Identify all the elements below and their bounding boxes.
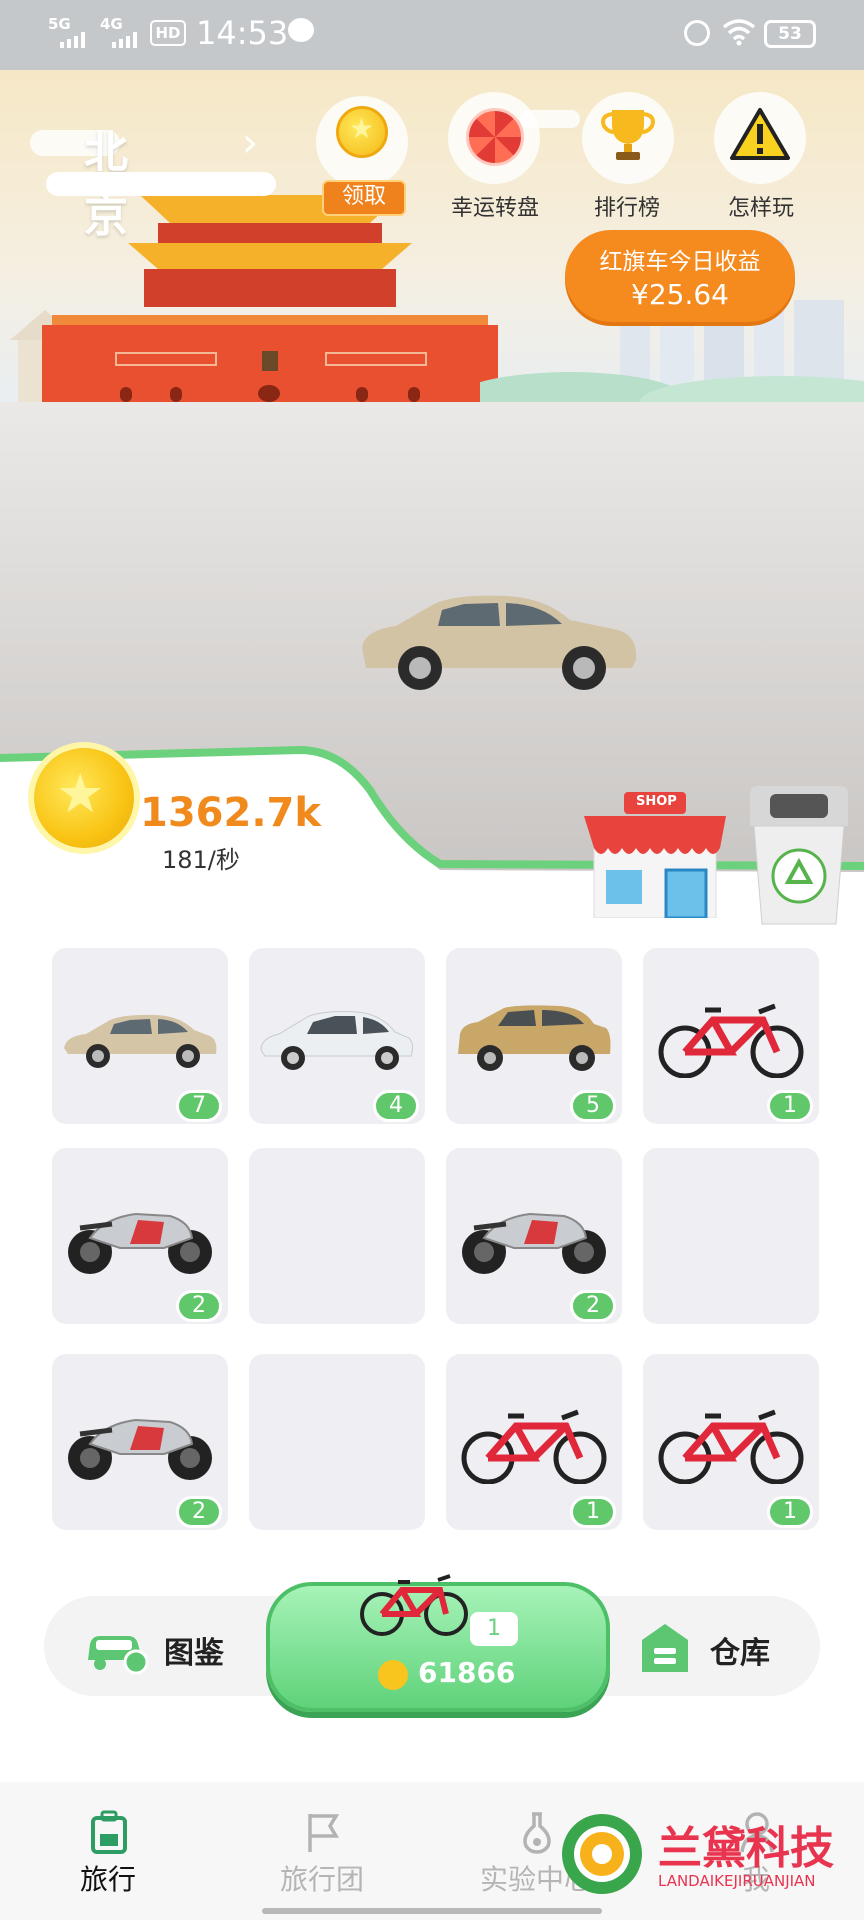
empty-slot[interactable] <box>249 1354 425 1530</box>
leaderboard-label[interactable]: 排行榜 <box>562 190 692 222</box>
lucky-wheel-label[interactable]: 幸运转盘 <box>430 190 560 222</box>
car-catalog-icon <box>88 1636 149 1674</box>
flag-icon <box>308 1814 340 1852</box>
storage-label: 仓库 <box>710 1636 770 1671</box>
flask-icon <box>523 1812 551 1854</box>
buy-vehicle-price: 61866 <box>418 1656 516 1689</box>
battery-icon: 53 <box>764 20 816 48</box>
suitcase-icon <box>91 1810 127 1854</box>
vehicle-level-badge: 7 <box>176 1090 222 1122</box>
storage-button[interactable]: 仓库 <box>640 1618 800 1678</box>
vehicle-level-badge: 5 <box>570 1090 616 1122</box>
claim-reward-button[interactable]: ★ <box>316 96 408 188</box>
alarm-icon <box>684 20 710 46</box>
hd-voice-icon: HD <box>150 20 186 46</box>
how-to-play-button[interactable] <box>714 92 806 184</box>
buy-vehicle-level: 1 <box>470 1612 518 1646</box>
vehicle-slot[interactable]: 2 <box>446 1148 622 1324</box>
watermark-title: 兰黛科技 <box>658 1823 834 1874</box>
motorcycle-icon <box>68 1212 212 1274</box>
catalog-label: 图鉴 <box>164 1636 224 1671</box>
trophy-icon <box>601 110 655 160</box>
tab-travel[interactable]: 旅行 <box>38 1810 178 1900</box>
hills-illustration <box>480 372 864 402</box>
leaderboard-button[interactable] <box>582 92 674 184</box>
vehicle-level-badge: 1 <box>767 1496 813 1528</box>
star-coin-icon: ★ <box>336 106 388 158</box>
clock: 14:53 <box>196 14 289 52</box>
motorcycle-icon <box>462 1212 606 1274</box>
earnings-pill[interactable]: 红旗车今日收益 ¥25.64 <box>565 230 795 322</box>
claim-label[interactable]: 领取 <box>322 180 406 216</box>
how-to-play-label[interactable]: 怎样玩 <box>696 190 826 222</box>
city-scene: 北京 › ★ 领取 幸运转盘 排行榜 怎样玩 红旗车今日收益 ¥25.64 <box>0 70 864 402</box>
sedan-icon <box>260 1011 414 1070</box>
vehicle-level-badge: 1 <box>570 1496 616 1528</box>
shop-sign: SHOP <box>636 794 677 809</box>
empty-slot[interactable] <box>643 1148 819 1324</box>
sunflower-logo-icon <box>562 1814 642 1894</box>
message-icon <box>288 18 314 42</box>
city-progress-bar <box>46 172 276 196</box>
lucky-wheel-button[interactable] <box>448 92 540 184</box>
sedan-icon <box>64 1014 217 1068</box>
vehicle-level-badge: 2 <box>570 1290 616 1322</box>
catalog-button[interactable]: 图鉴 <box>84 1618 264 1678</box>
bicycle-icon <box>658 1003 804 1078</box>
wifi-icon <box>722 19 756 46</box>
vehicle-slot[interactable]: 5 <box>446 948 622 1124</box>
earnings-title: 红旗车今日收益 <box>599 249 761 275</box>
vehicle-slot[interactable]: 4 <box>249 948 425 1124</box>
status-bar: 5G 4G HD 14:53 53 <box>0 0 864 70</box>
bicycle-icon <box>461 1409 607 1484</box>
signal-icon <box>112 32 137 48</box>
vehicle-level-badge: 2 <box>176 1496 222 1528</box>
vehicle-slot[interactable]: 7 <box>52 948 228 1124</box>
chevron-right-icon: › <box>242 120 258 166</box>
driving-car <box>362 595 637 690</box>
vehicle-slot[interactable]: 1 <box>643 1354 819 1530</box>
warehouse-icon <box>642 1624 688 1672</box>
warning-icon <box>730 108 790 160</box>
coin-total: 1362.7k <box>140 790 321 836</box>
empty-slot[interactable] <box>249 1148 425 1324</box>
recycle-bin-button[interactable] <box>744 786 854 926</box>
watermark-subtitle: LANDAIKEJIRUANJIAN <box>658 1872 816 1890</box>
signal-icon <box>60 32 85 48</box>
suv-icon <box>458 1005 611 1071</box>
vehicle-slot[interactable]: 2 <box>52 1148 228 1324</box>
motorcycle-icon <box>68 1418 212 1480</box>
home-indicator[interactable] <box>262 1908 602 1914</box>
bicycle-icon <box>360 1574 468 1636</box>
coin-rate: 181/秒 <box>162 846 240 874</box>
shop-button[interactable]: SHOP <box>580 786 730 920</box>
tab-tour-group[interactable]: 旅行团 <box>252 1810 392 1900</box>
vehicle-level-badge: 4 <box>373 1090 419 1122</box>
tab-tour-group-label: 旅行团 <box>279 1863 364 1896</box>
vehicle-slot[interactable]: 2 <box>52 1354 228 1530</box>
coin-icon: ★ <box>34 748 134 848</box>
vehicle-level-badge: 2 <box>176 1290 222 1322</box>
recycle-bin-icon <box>750 786 848 925</box>
wheel-icon <box>466 108 524 166</box>
earnings-value: ¥25.64 <box>631 278 729 311</box>
tab-travel-label: 旅行 <box>79 1863 136 1896</box>
coin-icon <box>378 1660 408 1690</box>
vehicle-slot[interactable]: 1 <box>446 1354 622 1530</box>
vehicle-slot[interactable]: 1 <box>643 948 819 1124</box>
vehicle-level-badge: 1 <box>767 1090 813 1122</box>
bicycle-icon <box>658 1409 804 1484</box>
